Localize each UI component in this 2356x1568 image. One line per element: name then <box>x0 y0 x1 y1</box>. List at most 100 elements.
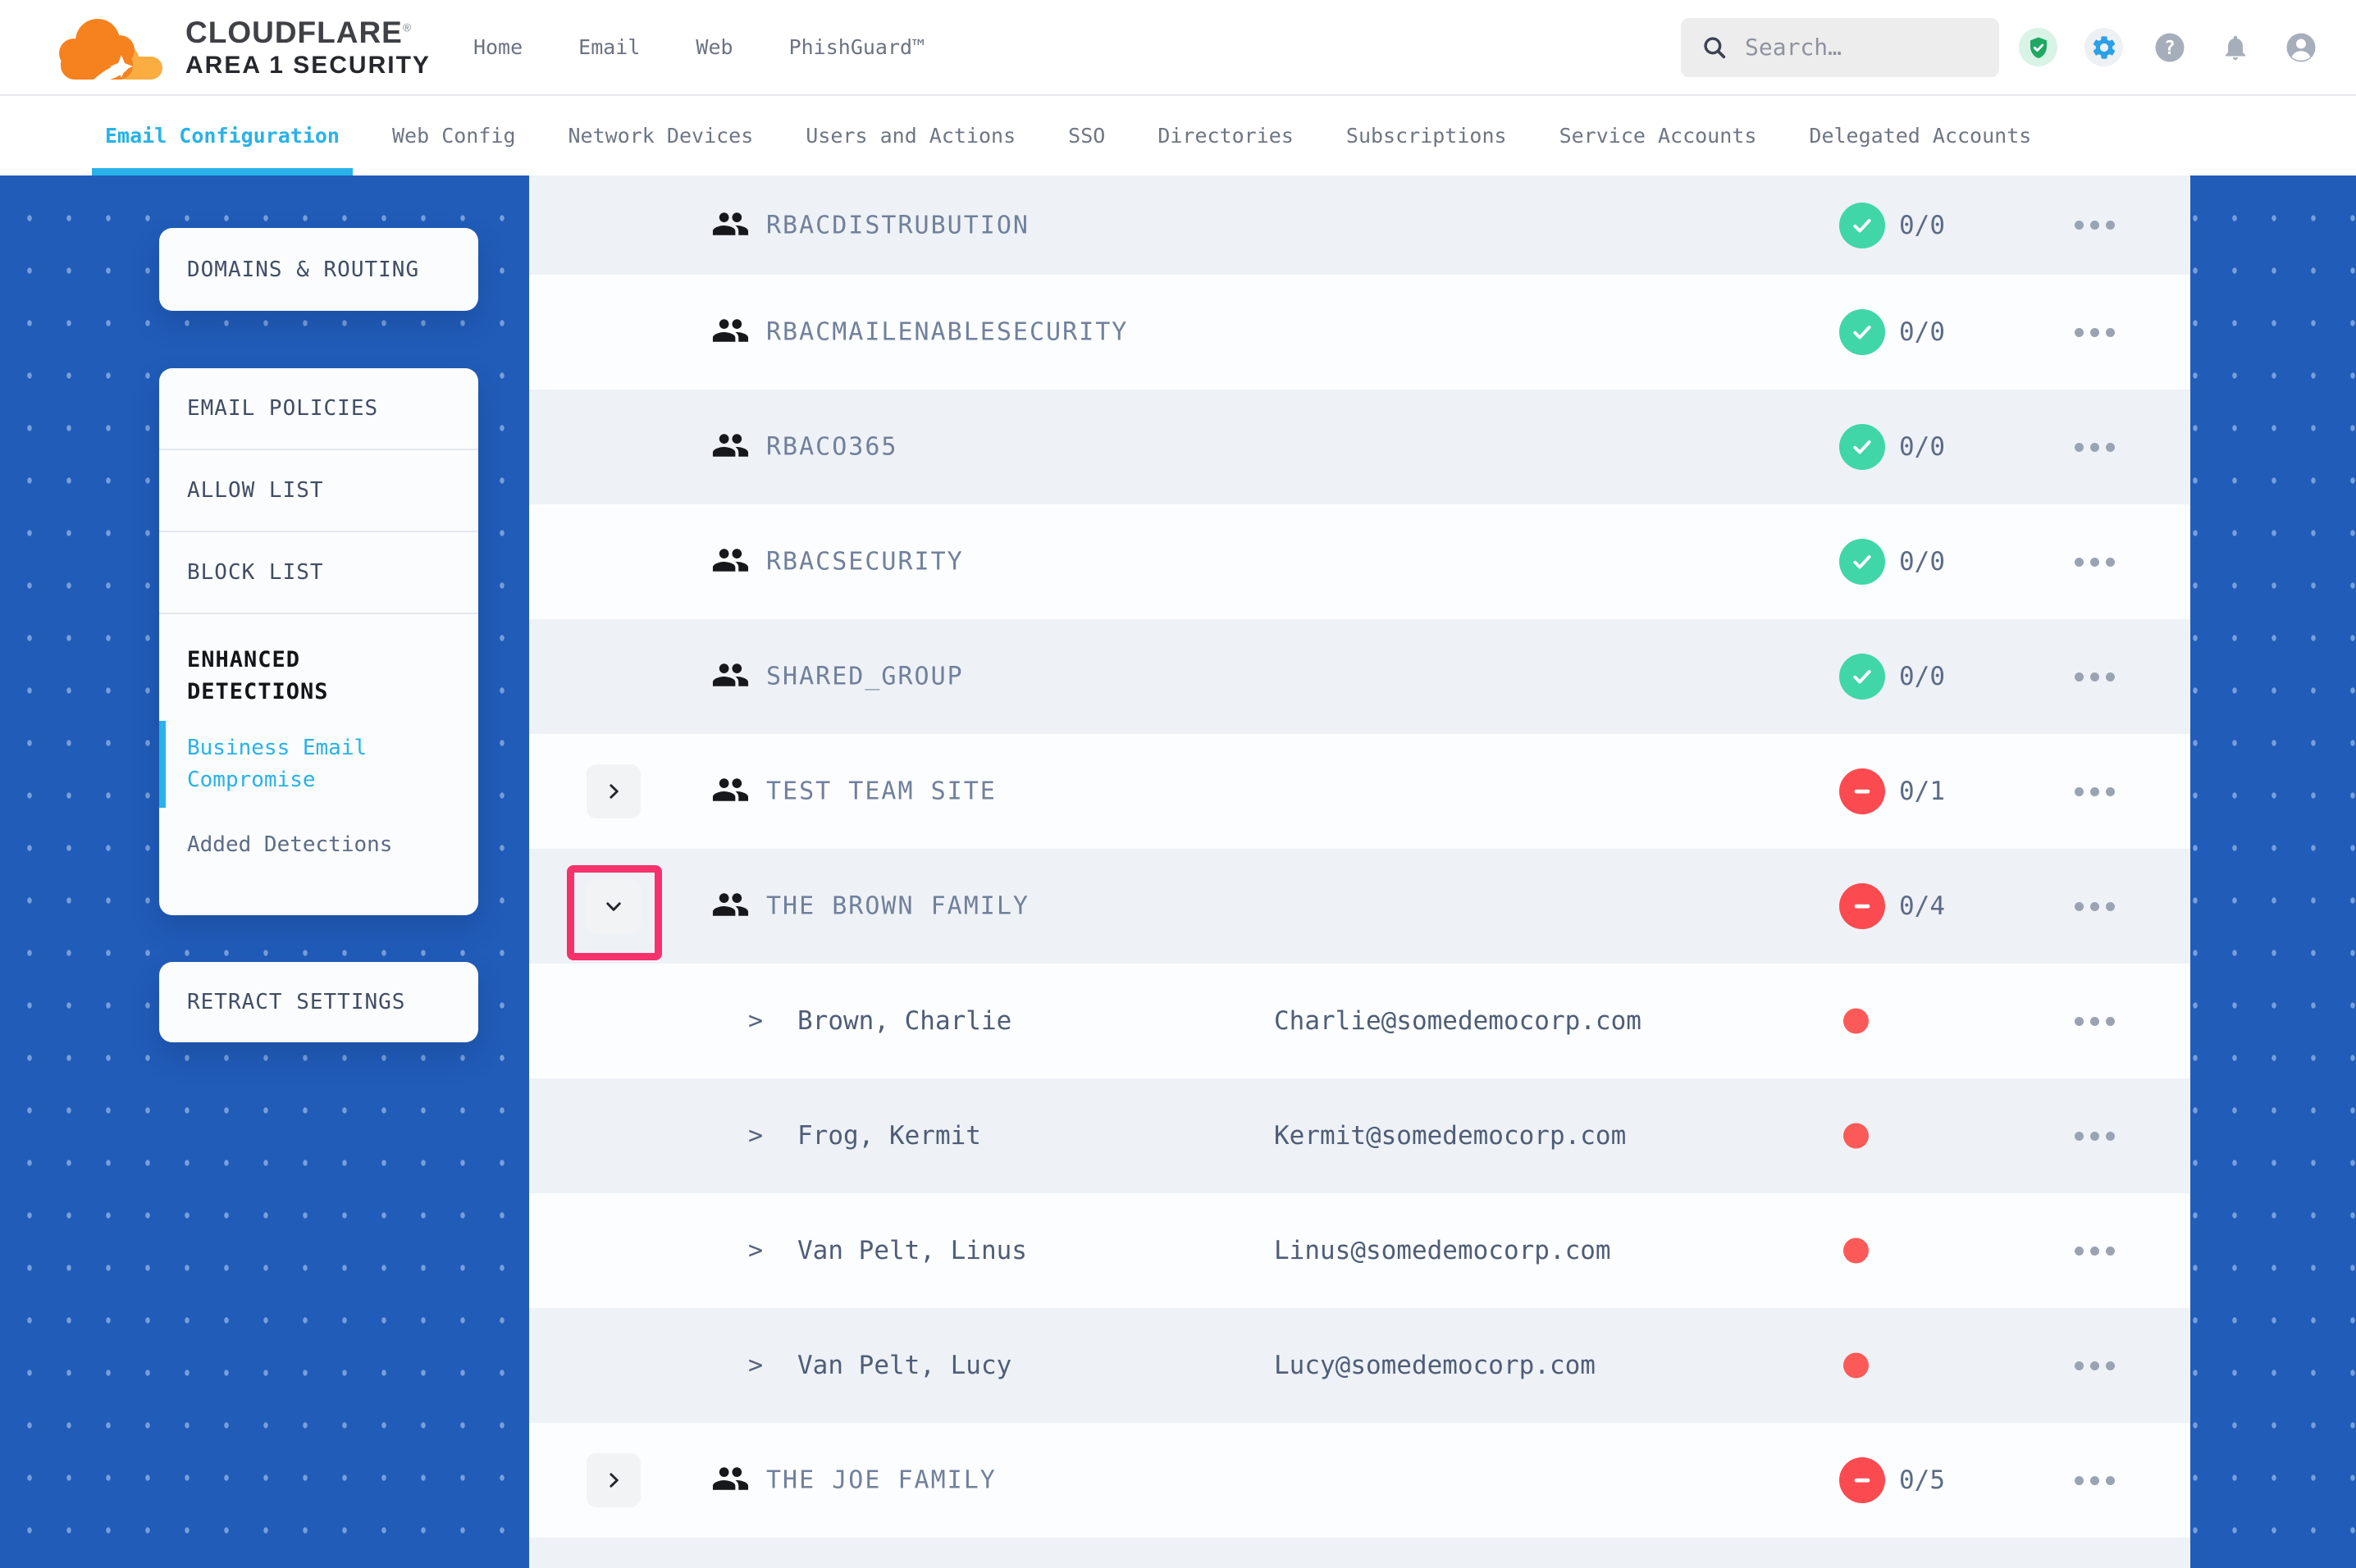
group-list: RBACDISTRUBUTION0/0RBACMAILENABLESECURIT… <box>529 175 2190 1538</box>
row-menu-button[interactable] <box>2062 1460 2127 1501</box>
sidebar-item-business-email-compromise[interactable]: Business Email Compromise <box>159 716 478 813</box>
row-menu-button[interactable] <box>2062 1001 2127 1042</box>
sidebar-email-policies-card: EMAIL POLICIES ALLOW LIST BLOCK LIST ENH… <box>159 368 478 915</box>
brand-text: CLOUDFLARE® AREA 1 SECURITY <box>185 16 431 80</box>
status-badge-pass <box>1839 309 1885 355</box>
member-row: > Frog, Kermit Kermit@somedemocorp.com <box>529 1078 2190 1193</box>
member-email: Lucy@somedemocorp.com <box>1274 1351 1596 1380</box>
group-icon <box>711 656 750 698</box>
status-badge-pass <box>1839 539 1885 585</box>
status-badge-fail <box>1839 883 1885 929</box>
tab-users-and-actions[interactable]: Users and Actions <box>806 96 1016 175</box>
search-box[interactable] <box>1681 18 1999 77</box>
top-nav-home[interactable]: Home <box>473 35 523 59</box>
expand-member-chevron[interactable]: > <box>748 1237 763 1265</box>
row-menu-button[interactable] <box>2062 771 2127 812</box>
row-menu-button[interactable] <box>2062 1115 2127 1156</box>
expand-group-button[interactable] <box>587 1453 641 1507</box>
cloudflare-logo: CLOUDFLARE® AREA 1 SECURITY <box>46 14 431 81</box>
app-header: CLOUDFLARE® AREA 1 SECURITY Home Email W… <box>0 0 2356 96</box>
brand-line1: CLOUDFLARE <box>185 16 403 49</box>
tab-network-devices[interactable]: Network Devices <box>568 96 754 175</box>
collapse-group-button[interactable] <box>587 879 641 933</box>
groups-panel: RBACDISTRUBUTION0/0RBACMAILENABLESECURIT… <box>529 175 2190 1568</box>
sidebar-retract-settings[interactable]: RETRACT SETTINGS <box>159 962 478 1042</box>
row-menu-button[interactable] <box>2062 205 2127 246</box>
group-icon <box>711 1460 750 1502</box>
settings-gear-icon[interactable] <box>2084 28 2123 66</box>
tab-directories[interactable]: Directories <box>1157 96 1294 175</box>
brand-line2: AREA 1 SECURITY <box>185 52 431 80</box>
row-menu-button[interactable] <box>2062 1345 2127 1386</box>
allow-list-label: ALLOW LIST <box>187 478 324 503</box>
group-row: RBACMAILENABLESECURITY 0/0 <box>529 275 2190 390</box>
notifications-bell-icon[interactable] <box>2216 28 2254 66</box>
row-menu-button[interactable] <box>2062 541 2127 582</box>
config-tabs: Email Configuration Web Config Network D… <box>0 96 2356 175</box>
member-count: 0/0 <box>1899 547 1945 577</box>
expand-member-chevron[interactable]: > <box>748 1351 763 1380</box>
member-count: 0/0 <box>1899 211 1945 240</box>
row-menu-button[interactable] <box>2062 886 2127 927</box>
group-name: RBACMAILENABLESECURITY <box>766 318 1128 347</box>
member-row: > Van Pelt, Linus Linus@somedemocorp.com <box>529 1193 2190 1308</box>
status-badge-pass <box>1839 654 1885 700</box>
status-dot-fail <box>1843 1124 1869 1149</box>
sidebar-section-enhanced-detections: ENHANCED DETECTIONS <box>159 614 478 716</box>
member-name: Brown, Charlie <box>797 1006 1011 1036</box>
list-filler <box>529 1538 2190 1568</box>
shield-check-icon[interactable] <box>2019 28 2057 66</box>
row-menu-button[interactable] <box>2062 426 2127 467</box>
member-count: 0/4 <box>1899 891 1945 921</box>
sidebar-item-block-list[interactable]: BLOCK LIST <box>159 532 478 614</box>
expand-group-button[interactable] <box>587 764 641 818</box>
group-name: RBACO365 <box>766 433 898 462</box>
top-nav-phishguard[interactable]: PhishGuard™ <box>789 35 925 59</box>
sidebar-item-email-policies[interactable]: EMAIL POLICIES <box>159 368 478 450</box>
member-name: Van Pelt, Lucy <box>797 1351 1011 1380</box>
row-menu-button[interactable] <box>2062 312 2127 353</box>
member-email: Charlie@somedemocorp.com <box>1274 1006 1641 1036</box>
member-email: Kermit@somedemocorp.com <box>1274 1121 1626 1151</box>
help-icon[interactable]: ? <box>2150 28 2189 66</box>
group-name: TEST TEAM SITE <box>766 777 997 806</box>
group-row: THE BROWN FAMILY0/4 <box>529 849 2190 964</box>
tab-sso[interactable]: SSO <box>1068 96 1105 175</box>
top-nav-web[interactable]: Web <box>696 35 733 59</box>
top-nav-email[interactable]: Email <box>578 35 640 59</box>
tab-subscriptions[interactable]: Subscriptions <box>1346 96 1507 175</box>
status-dot-fail <box>1843 1353 1869 1379</box>
row-menu-button[interactable] <box>2062 1230 2127 1271</box>
sidebar-item-allow-list[interactable]: ALLOW LIST <box>159 450 478 532</box>
status-badge-pass <box>1839 424 1885 470</box>
group-name: RBACDISTRUBUTION <box>766 211 1030 239</box>
status-dot-fail <box>1843 1009 1869 1034</box>
row-menu-button[interactable] <box>2062 656 2127 697</box>
group-row: RBACO3650/0 <box>529 390 2190 504</box>
group-row: RBACSECURITY 0/0 <box>529 504 2190 619</box>
email-policies-label: EMAIL POLICIES <box>187 396 378 421</box>
expand-member-chevron[interactable]: > <box>748 1122 763 1151</box>
expand-member-chevron[interactable]: > <box>748 1007 763 1036</box>
member-name: Van Pelt, Linus <box>797 1236 1027 1265</box>
tab-web-config[interactable]: Web Config <box>392 96 516 175</box>
group-name: THE JOE FAMILY <box>766 1466 997 1495</box>
member-name: Frog, Kermit <box>797 1121 981 1151</box>
account-icon[interactable] <box>2281 28 2320 66</box>
group-icon <box>711 426 750 468</box>
tab-service-accounts[interactable]: Service Accounts <box>1559 96 1757 175</box>
member-email: Linus@somedemocorp.com <box>1274 1236 1611 1265</box>
status-dot-fail <box>1843 1238 1869 1264</box>
group-row: THE JOE FAMILY0/5 <box>529 1423 2190 1538</box>
sidebar-domains-routing[interactable]: DOMAINS & ROUTING <box>159 228 478 311</box>
tab-delegated-accounts[interactable]: Delegated Accounts <box>1809 96 2031 175</box>
member-count: 0/0 <box>1899 662 1945 691</box>
search-input[interactable] <box>1745 34 1975 61</box>
tab-email-configuration[interactable]: Email Configuration <box>105 96 340 175</box>
top-nav: Home Email Web PhishGuard™ <box>473 35 925 59</box>
group-name: RBACSECURITY <box>766 548 964 577</box>
member-count: 0/0 <box>1899 317 1945 347</box>
group-icon <box>711 312 750 353</box>
retract-settings-label: RETRACT SETTINGS <box>187 990 405 1014</box>
sidebar-item-added-detections[interactable]: Added Detections <box>159 813 478 877</box>
